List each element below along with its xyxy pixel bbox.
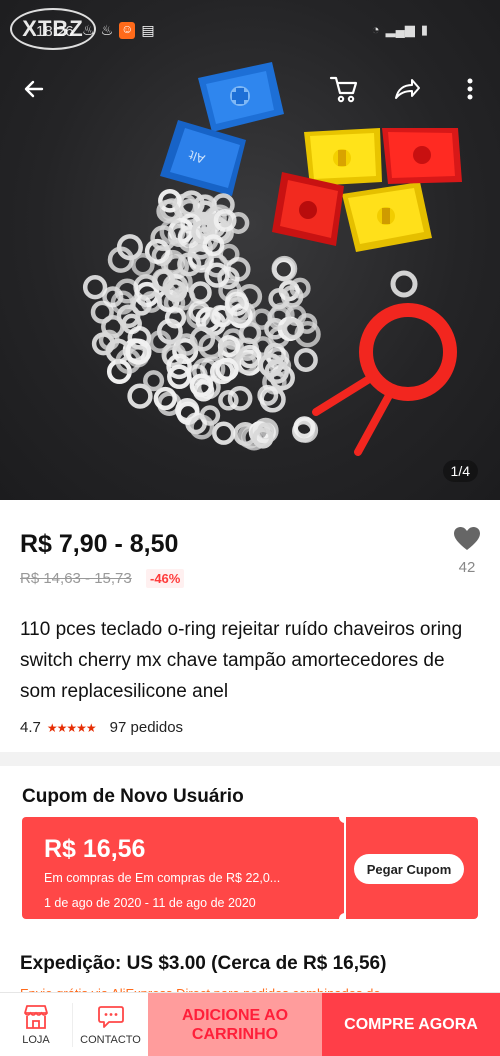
- o-ring: [293, 348, 318, 372]
- red-keycap: [382, 128, 462, 184]
- orders-count: 97 pedidos: [109, 719, 184, 736]
- wifi-icon: ◔: [371, 22, 380, 37]
- notification-icon: ♨: [100, 22, 114, 38]
- battery-icon: ▮: [420, 22, 428, 37]
- product-image-gallery[interactable]: Alt XTBZ 18:26 ♨ ♨ ☺ ▤ ◔ ▂▄▆ ▮ 1/4: [0, 0, 500, 500]
- original-price: R$ 14,63 - 15,73: [20, 570, 132, 587]
- share-button[interactable]: [390, 72, 424, 106]
- more-options-button[interactable]: [453, 72, 487, 106]
- app-notification-icon: ☺: [119, 22, 136, 39]
- rating-row[interactable]: 4.7 ★★★★★ 97 pedidos: [20, 719, 183, 736]
- cart-icon: [329, 76, 358, 103]
- wishlist-count: 42: [458, 559, 476, 576]
- add-to-cart-label: ADICIONE AO CARRINHO: [181, 1007, 289, 1043]
- blue-keycap: [198, 62, 284, 132]
- heart-icon: [454, 527, 480, 550]
- buy-now-button[interactable]: COMPRE AGORA: [322, 993, 500, 1056]
- image-counter: 1/4: [442, 460, 478, 482]
- product-title: 110 pces teclado o-ring rejeitar ruído c…: [20, 619, 463, 702]
- share-arrow-icon: [395, 79, 420, 99]
- shipping-info[interactable]: Expedição: US $3.00 (Cerca de R$ 16,56): [20, 953, 386, 975]
- rating-value: 4.7: [20, 719, 41, 736]
- chat-bubble-icon: [97, 1006, 124, 1028]
- o-ring: [82, 275, 108, 300]
- back-button[interactable]: [17, 72, 51, 106]
- coupon-details: R$ 16,56 Em compras de Em compras de R$ …: [22, 817, 344, 919]
- coupon-condition: Em compras de Em compras de R$ 22,0...: [44, 871, 281, 885]
- bottom-action-bar: LOJA CONTACTO ADICIONE AO CARRINHO COMPR…: [0, 992, 500, 1056]
- get-coupon-button[interactable]: Pegar Cupom: [354, 854, 464, 884]
- star-rating-icon: ★★★★★: [46, 720, 97, 735]
- arrow-left-icon: [24, 80, 44, 98]
- store-icon: [24, 1005, 48, 1029]
- signal-icon: ▂▄▆: [385, 22, 415, 37]
- yellow-keycap-2: [342, 182, 432, 252]
- add-to-cart-button[interactable]: ADICIONE AO CARRINHO: [148, 993, 322, 1056]
- calendar-icon: ▤: [141, 22, 155, 38]
- o-ring: [131, 252, 155, 277]
- coupon-validity: 1 de ago de 2020 - 11 de ago de 2020: [44, 896, 256, 910]
- more-vertical-icon: [467, 78, 473, 100]
- notification-icon: ♨: [82, 22, 95, 38]
- system-icons: ◔ ▂▄▆ ▮: [372, 22, 428, 38]
- product-page: Alt XTBZ 18:26 ♨ ♨ ☺ ▤ ◔ ▂▄▆ ▮ 1/4 R$ 7,…: [0, 0, 500, 1056]
- price-range: R$ 7,90 - 8,50: [20, 530, 179, 558]
- store-button[interactable]: LOJA: [0, 993, 72, 1056]
- discount-badge: -46%: [146, 569, 185, 588]
- coupon-amount: R$ 16,56: [44, 835, 146, 863]
- wishlist-button[interactable]: 42: [452, 526, 482, 576]
- status-bar: XTBZ 18:26 ♨ ♨ ☺ ▤ ◔ ▂▄▆ ▮: [0, 0, 500, 62]
- product-photo: Alt: [82, 62, 462, 456]
- store-label: LOJA: [22, 1034, 50, 1046]
- keycap-puller: [312, 303, 457, 456]
- notification-icons: ♨ ♨ ☺ ▤: [82, 22, 155, 39]
- blue-keycap-alt: Alt: [160, 120, 246, 196]
- o-ring: [143, 370, 165, 392]
- contact-label: CONTACTO: [80, 1034, 141, 1046]
- contact-button[interactable]: CONTACTO: [73, 993, 148, 1056]
- cart-button[interactable]: [327, 72, 361, 106]
- status-time: 18:26: [36, 23, 74, 40]
- product-info-section: R$ 7,90 - 8,50 R$ 14,63 - 15,73 -46% 42 …: [0, 500, 500, 752]
- coupon-action: Pegar Cupom: [346, 817, 478, 919]
- coupon-heading: Cupom de Novo Usuário: [22, 786, 244, 807]
- buy-now-label: COMPRE AGORA: [344, 1016, 478, 1033]
- o-ring: [212, 421, 236, 445]
- yellow-keycap: [304, 128, 382, 186]
- coupon-card[interactable]: R$ 16,56 Em compras de Em compras de R$ …: [22, 811, 478, 925]
